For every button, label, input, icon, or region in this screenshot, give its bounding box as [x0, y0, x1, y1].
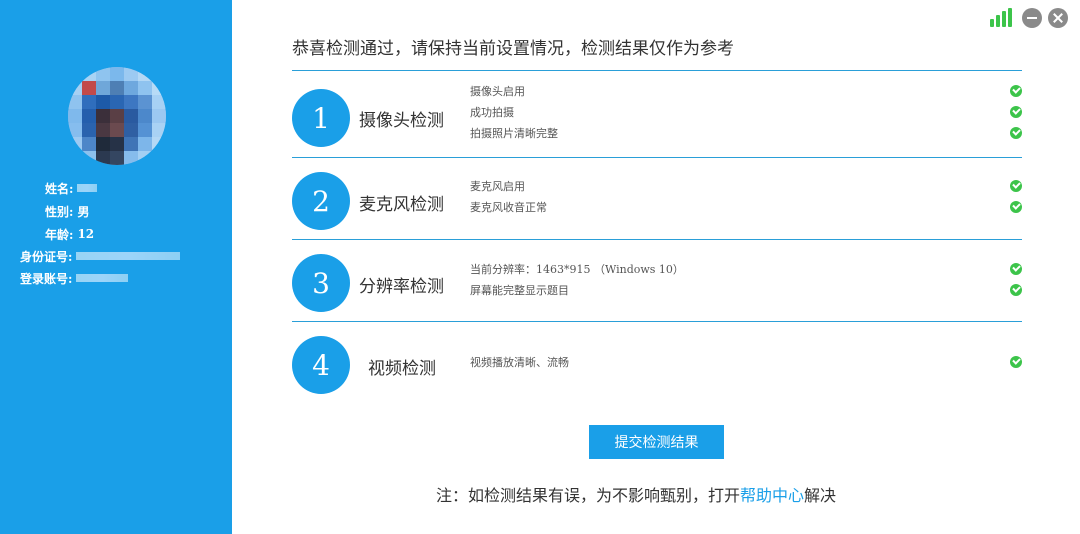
check-icon	[1010, 263, 1022, 275]
check-icon	[1010, 127, 1022, 139]
check-icon	[1010, 201, 1022, 213]
name-label: 姓名:	[45, 181, 74, 196]
step-number: 1	[292, 89, 350, 147]
check-item: 成功拍摄	[470, 102, 1022, 123]
gender-value: 男	[77, 204, 90, 219]
check-icon	[1010, 85, 1022, 97]
step-number: 3	[292, 254, 350, 312]
check-item: 视频播放清晰、流畅	[470, 352, 1022, 373]
avatar	[68, 67, 166, 165]
minimize-icon[interactable]	[1022, 8, 1042, 28]
check-item-label: 当前分辨率：1463*915 （Windows 10）	[470, 263, 684, 276]
sidebar: 姓名: 性别: 男 年龄: 12 身份证号: 登录账号:	[0, 0, 232, 534]
check-item-label: 视频播放清晰、流畅	[470, 356, 569, 369]
section-title: 视频检测	[368, 359, 436, 379]
signal-icon	[990, 8, 1012, 27]
account-value-redacted	[76, 274, 129, 282]
check-icon	[1010, 284, 1022, 296]
section-resolution-check: 3 分辨率检测 当前分辨率：1463*915 （Windows 10） 屏幕能完…	[292, 239, 1022, 321]
note-text: 注：如检测结果有误，为不影响甄别，打开	[436, 486, 741, 505]
info-row-gender: 性别: 男	[45, 203, 89, 219]
close-icon[interactable]	[1048, 8, 1068, 28]
check-item: 屏幕能完整显示题目	[470, 280, 1022, 301]
section-video-check: 4 视频检测 视频播放清晰、流畅	[292, 321, 1022, 403]
section-title: 分辨率检测	[359, 277, 444, 297]
page-title: 恭喜检测通过，请保持当前设置情况，检测结果仅作为参考	[292, 39, 734, 59]
info-row-account: 登录账号:	[20, 270, 129, 286]
section-camera-check: 1 摄像头检测 摄像头启用 成功拍摄 拍摄照片清晰完整	[292, 70, 1022, 157]
info-row-age: 年龄: 12	[45, 226, 94, 242]
id-number-label: 身份证号:	[20, 249, 73, 264]
gender-label: 性别:	[45, 204, 74, 219]
section-title: 摄像头检测	[359, 111, 444, 131]
id-number-value-redacted	[76, 252, 181, 260]
help-center-link[interactable]: 帮助中心	[740, 486, 804, 505]
account-label: 登录账号:	[20, 271, 73, 286]
check-icon	[1010, 180, 1022, 192]
check-item-label: 成功拍摄	[470, 106, 514, 119]
check-item-label: 拍摄照片清晰完整	[470, 127, 558, 140]
section-microphone-check: 2 麦克风检测 麦克风启用 麦克风收音正常	[292, 157, 1022, 239]
check-item: 麦克风启用	[470, 176, 1022, 197]
check-item-label: 摄像头启用	[470, 85, 525, 98]
note-suffix: 解决	[804, 486, 837, 505]
check-item-label: 麦克风启用	[470, 180, 525, 193]
check-item-label: 屏幕能完整显示题目	[470, 284, 569, 297]
check-items: 视频播放清晰、流畅	[470, 352, 1022, 373]
check-item: 摄像头启用	[470, 81, 1022, 102]
age-label: 年龄:	[45, 227, 74, 242]
check-items: 麦克风启用 麦克风收音正常	[470, 176, 1022, 218]
age-value: 12	[77, 227, 95, 241]
info-row-id-number: 身份证号:	[20, 248, 181, 264]
check-item: 麦克风收音正常	[470, 197, 1022, 218]
step-number: 2	[292, 172, 350, 230]
check-items: 摄像头启用 成功拍摄 拍摄照片清晰完整	[470, 81, 1022, 144]
section-title: 麦克风检测	[359, 195, 444, 215]
step-number: 4	[292, 336, 350, 394]
submit-results-button[interactable]: 提交检测结果	[589, 425, 724, 459]
help-note: 注：如检测结果有误，为不影响甄别，打开帮助中心解决	[436, 482, 836, 506]
window-controls	[990, 8, 1068, 28]
check-icon	[1010, 356, 1022, 368]
check-icon	[1010, 106, 1022, 118]
check-item-label: 麦克风收音正常	[470, 201, 547, 214]
check-item: 拍摄照片清晰完整	[470, 123, 1022, 144]
info-row-name: 姓名:	[45, 180, 98, 196]
name-value-redacted	[77, 184, 98, 192]
avatar-mosaic	[68, 67, 166, 165]
check-item: 当前分辨率：1463*915 （Windows 10）	[470, 259, 1022, 280]
check-items: 当前分辨率：1463*915 （Windows 10） 屏幕能完整显示题目	[470, 259, 1022, 301]
